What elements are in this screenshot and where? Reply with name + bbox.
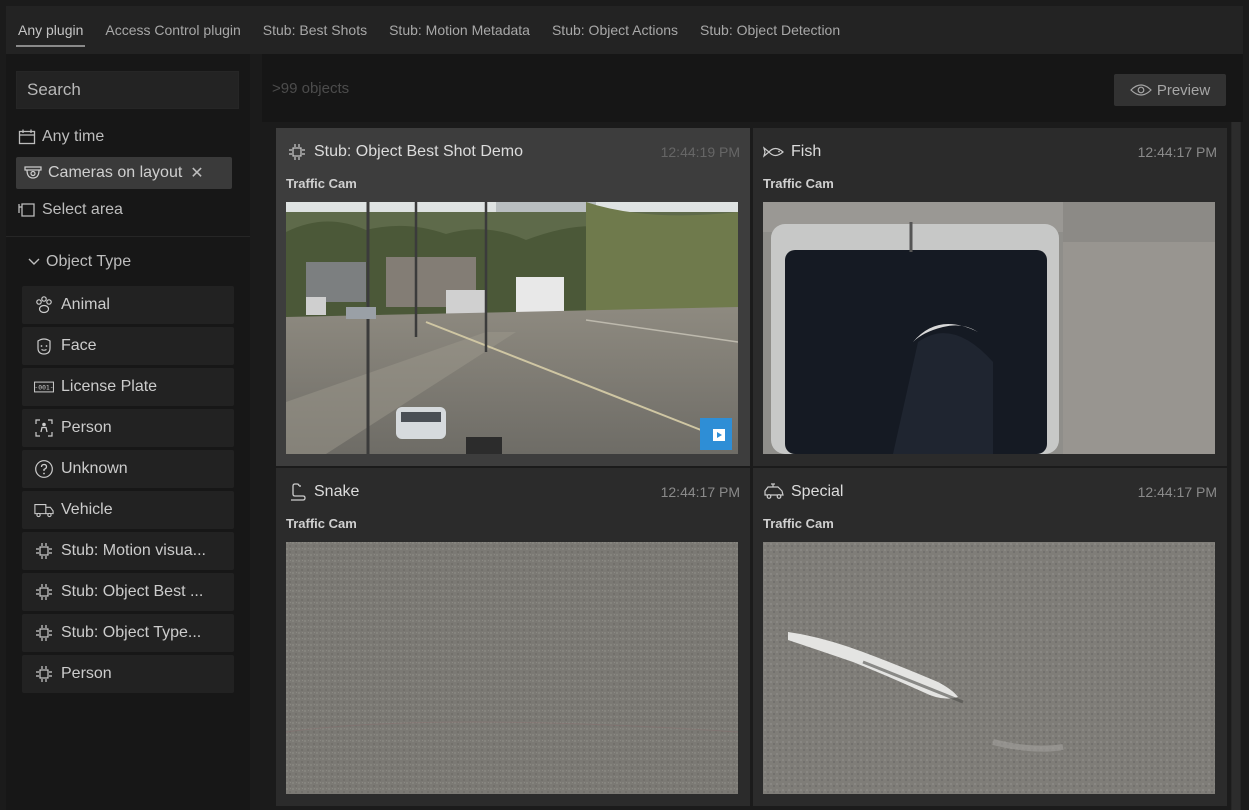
cameras-filter-label: Cameras on layout [48, 164, 183, 181]
truck-icon [34, 500, 54, 520]
area-filter-label: Select area [42, 201, 123, 218]
object-type-label: Face [61, 337, 97, 354]
scrollbar-thumb[interactable] [1232, 122, 1240, 810]
object-type-header-label: Object Type [46, 253, 132, 270]
card-camera-name: Traffic Cam [763, 176, 834, 191]
person-icon [34, 418, 54, 438]
calendar-icon [16, 128, 38, 146]
special-vehicle-icon [763, 482, 785, 502]
chevron-down-icon [28, 255, 40, 269]
card-timestamp: 12:44:17 PM [1137, 144, 1217, 160]
question-icon [34, 459, 54, 479]
tab-access-control-plugin[interactable]: Access Control plugin [105, 12, 240, 48]
camera-icon [24, 165, 46, 181]
chip-icon [34, 664, 54, 684]
card-header: Fish 12:44:17 PM [763, 140, 1217, 164]
object-type-label: Stub: Motion visua... [61, 542, 206, 559]
object-type-stub-person[interactable]: Person [22, 655, 234, 693]
object-type-label: Person [61, 665, 112, 682]
object-card[interactable]: Snake 12:44:17 PM Traffic Cam [276, 468, 750, 806]
cameras-filter-chip[interactable]: Cameras on layout ✕ [16, 157, 232, 189]
snake-icon [286, 482, 308, 502]
results-header: >99 objects Preview [262, 54, 1243, 122]
time-filter[interactable]: Any time [16, 122, 104, 152]
object-count: >99 objects [272, 80, 350, 97]
object-type-unknown[interactable]: Unknown [22, 450, 234, 488]
results-panel: >99 objects Preview Stub: Object Best Sh… [262, 54, 1243, 810]
chip-icon [34, 582, 54, 602]
traffic-scene-thumbnail[interactable] [286, 202, 738, 454]
object-card[interactable]: Fish 12:44:17 PM Traffic Cam [753, 128, 1227, 466]
object-type-stub-motion[interactable]: Stub: Motion visua... [22, 532, 234, 570]
card-title: Fish [791, 143, 822, 160]
area-select-icon [16, 201, 38, 219]
snake-thumbnail[interactable] [286, 542, 738, 794]
tab-any-plugin[interactable]: Any plugin [15, 12, 86, 48]
area-filter[interactable]: Select area [16, 195, 123, 225]
object-type-stub-object-type[interactable]: Stub: Object Type... [22, 614, 234, 652]
card-header: Special 12:44:17 PM [763, 480, 1217, 504]
fish-icon [763, 142, 785, 162]
card-title: Special [791, 483, 844, 500]
object-type-stub-best-shot[interactable]: Stub: Object Best ... [22, 573, 234, 611]
object-type-animal[interactable]: Animal [22, 286, 234, 324]
object-type-vehicle[interactable]: Vehicle [22, 491, 234, 529]
plugin-tab-bar: Any plugin Access Control plugin Stub: B… [6, 6, 1243, 54]
preview-button[interactable]: Preview [1114, 74, 1226, 106]
fish-thumbnail[interactable] [763, 202, 1215, 454]
chip-icon [34, 623, 54, 643]
tab-stub-best-shots[interactable]: Stub: Best Shots [263, 12, 367, 48]
card-camera-name: Traffic Cam [286, 176, 357, 191]
card-camera-name: Traffic Cam [286, 516, 357, 531]
chip-icon [34, 541, 54, 561]
object-type-label: Stub: Object Best ... [61, 583, 204, 600]
card-timestamp: 12:44:17 PM [660, 484, 740, 500]
object-type-person[interactable]: Person [22, 409, 234, 447]
paw-icon [34, 295, 54, 315]
card-header: Stub: Object Best Shot Demo 12:44:19 PM [286, 140, 740, 164]
svg-text:-001-: -001- [34, 384, 53, 391]
card-timestamp: 12:44:19 PM [660, 144, 740, 160]
card-header: Snake 12:44:17 PM [286, 480, 740, 504]
time-filter-label: Any time [42, 128, 105, 145]
card-title: Snake [314, 483, 360, 500]
object-type-header[interactable]: Object Type [28, 250, 131, 274]
tab-stub-motion-metadata[interactable]: Stub: Motion Metadata [389, 12, 530, 48]
object-card[interactable]: Special 12:44:17 PM Traffic Cam [753, 468, 1227, 806]
chip-icon [286, 142, 308, 162]
object-type-label: Stub: Object Type... [61, 624, 202, 641]
close-icon[interactable]: ✕ [190, 163, 203, 183]
face-icon [34, 336, 54, 356]
object-type-label: Animal [61, 296, 110, 313]
object-type-label: Person [61, 419, 112, 436]
preview-label: Preview [1156, 81, 1211, 99]
card-title: Stub: Object Best Shot Demo [314, 143, 523, 160]
tab-stub-object-detection[interactable]: Stub: Object Detection [700, 12, 840, 48]
object-type-face[interactable]: Face [22, 327, 234, 365]
results-grid: Stub: Object Best Shot Demo 12:44:19 PM … [262, 122, 1243, 810]
card-timestamp: 12:44:17 PM [1137, 484, 1217, 500]
license-plate-icon: -001- [34, 377, 54, 397]
sidebar-divider [6, 236, 250, 237]
object-type-label: Unknown [61, 460, 128, 477]
object-type-label: Vehicle [61, 501, 113, 518]
object-type-license-plate[interactable]: -001- License Plate [22, 368, 234, 406]
eye-icon [1129, 83, 1152, 97]
object-card[interactable]: Stub: Object Best Shot Demo 12:44:19 PM … [276, 128, 750, 466]
special-thumbnail[interactable] [763, 542, 1215, 794]
search-input[interactable] [16, 71, 239, 109]
filter-sidebar: Any time Cameras on layout ✕ Select area… [6, 54, 250, 810]
play-icon[interactable] [706, 422, 732, 448]
tab-stub-object-actions[interactable]: Stub: Object Actions [552, 12, 678, 48]
object-type-label: License Plate [61, 378, 158, 395]
card-camera-name: Traffic Cam [763, 516, 834, 531]
